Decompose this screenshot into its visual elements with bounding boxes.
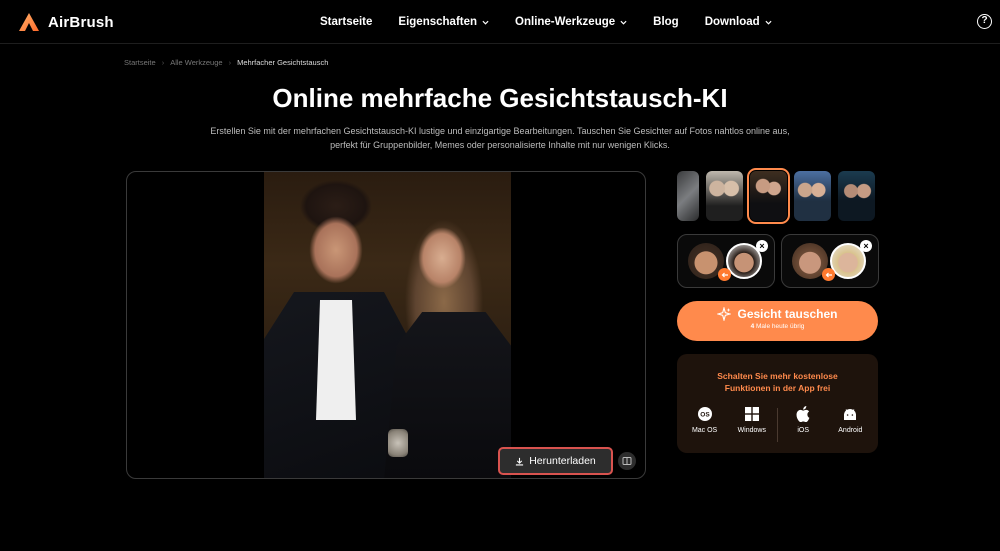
breadcrumb-separator: › — [161, 58, 165, 67]
nav-label: Download — [704, 16, 760, 28]
photo-man-shirt — [316, 300, 356, 420]
chevron-down-icon — [765, 20, 772, 25]
template-thumbnail-selected[interactable] — [747, 168, 790, 224]
download-button[interactable]: Herunterladen — [498, 447, 613, 475]
remaining-count-number: 4 — [750, 323, 755, 330]
nav-download[interactable]: Download — [705, 16, 772, 28]
face-pair-2: × — [781, 234, 879, 288]
platform-windows[interactable]: Windows — [730, 406, 774, 434]
apple-icon — [795, 406, 811, 422]
sparkle-icon — [717, 307, 732, 321]
nav-label: Startseite — [320, 16, 373, 28]
face-pair-1: × — [677, 234, 775, 288]
platform-list: OS Mac OS Windows iOS Android — [677, 406, 878, 442]
photo-watch — [388, 429, 408, 457]
nav-blog[interactable]: Blog — [653, 16, 679, 28]
platform-label: Mac OS — [691, 427, 718, 434]
subtitle-line: Erstellen Sie mit der mehrfachen Gesicht… — [210, 126, 790, 136]
platform-label: Android — [838, 427, 863, 434]
nav-online-werkzeuge[interactable]: Online-Werkzeuge — [515, 16, 627, 28]
app-promo-title: Schalten Sie mehr kostenlose Funktionen … — [677, 370, 878, 394]
page: AirBrush Startseite Eigenschaften Online… — [0, 0, 1000, 551]
svg-text:OS: OS — [700, 412, 710, 419]
swap-face-button[interactable]: Gesicht tauschen 4 Male heute übrig — [677, 301, 878, 341]
subtitle-line: perfekt für Gruppenbilder, Memes oder pe… — [330, 139, 670, 150]
platform-label: Windows — [737, 427, 766, 434]
platform-android[interactable]: Android — [828, 406, 872, 434]
help-icon[interactable]: ? — [977, 14, 992, 29]
airbrush-logo-icon — [19, 13, 39, 31]
result-canvas: Herunterladen — [126, 171, 646, 479]
windows-icon — [744, 406, 760, 422]
platform-label: iOS — [797, 427, 809, 434]
nav-label: Online-Werkzeuge — [515, 16, 616, 28]
template-thumbnail[interactable] — [794, 171, 831, 221]
nav-label: Eigenschaften — [398, 16, 478, 28]
template-thumbnail[interactable] — [838, 171, 875, 221]
top-nav: AirBrush Startseite Eigenschaften Online… — [0, 0, 1000, 44]
chevron-down-icon — [620, 20, 627, 25]
breadcrumb-separator: › — [228, 58, 232, 67]
remaining-count-text: Male heute übrig — [756, 323, 805, 330]
breadcrumb-startseite[interactable]: Startseite — [124, 58, 156, 67]
template-thumbnails — [677, 168, 875, 224]
remove-face-icon[interactable]: × — [756, 240, 768, 252]
download-label: Herunterladen — [529, 455, 596, 467]
app-promo-line: Funktionen in der App frei — [724, 383, 831, 393]
nav-startseite[interactable]: Startseite — [320, 16, 372, 28]
compare-button[interactable] — [618, 452, 636, 470]
remove-face-icon[interactable]: × — [860, 240, 872, 252]
page-title: Online mehrfache Gesichtstausch-KI — [272, 83, 728, 113]
breadcrumb: Startseite › Alle Werkzeuge › Mehrfacher… — [124, 58, 328, 67]
nav-eigenschaften[interactable]: Eigenschaften — [398, 16, 489, 28]
brand-name: AirBrush — [48, 13, 114, 31]
app-promo-line: Schalten Sie mehr kostenlose — [717, 371, 838, 381]
platform-ios[interactable]: iOS — [781, 406, 825, 434]
breadcrumb-alle-werkzeuge[interactable]: Alle Werkzeuge — [170, 58, 222, 67]
template-thumbnail[interactable] — [706, 171, 743, 221]
result-photo — [264, 172, 511, 478]
brand-logo[interactable]: AirBrush — [18, 12, 114, 32]
remaining-count: 4 Male heute übrig — [677, 323, 878, 330]
download-icon — [516, 457, 524, 465]
macos-icon: OS — [697, 406, 713, 422]
template-thumbnail[interactable] — [677, 171, 699, 221]
android-icon — [842, 406, 858, 422]
nav-label: Blog — [653, 16, 679, 28]
swap-face-label: Gesicht tauschen — [737, 307, 838, 321]
app-promo-box: Schalten Sie mehr kostenlose Funktionen … — [677, 354, 878, 453]
chevron-down-icon — [482, 20, 489, 25]
page-subtitle: Erstellen Sie mit der mehrfachen Gesicht… — [150, 125, 850, 152]
platform-divider — [776, 408, 778, 442]
main-menu: Startseite Eigenschaften Online-Werkzeug… — [320, 0, 772, 44]
swap-arrow-icon — [718, 268, 731, 281]
swap-arrow-icon — [822, 268, 835, 281]
swap-face-main: Gesicht tauschen — [677, 301, 878, 321]
breadcrumb-current: Mehrfacher Gesichtstausch — [237, 58, 329, 67]
compare-icon — [622, 457, 632, 465]
platform-macos[interactable]: OS Mac OS — [683, 406, 727, 434]
